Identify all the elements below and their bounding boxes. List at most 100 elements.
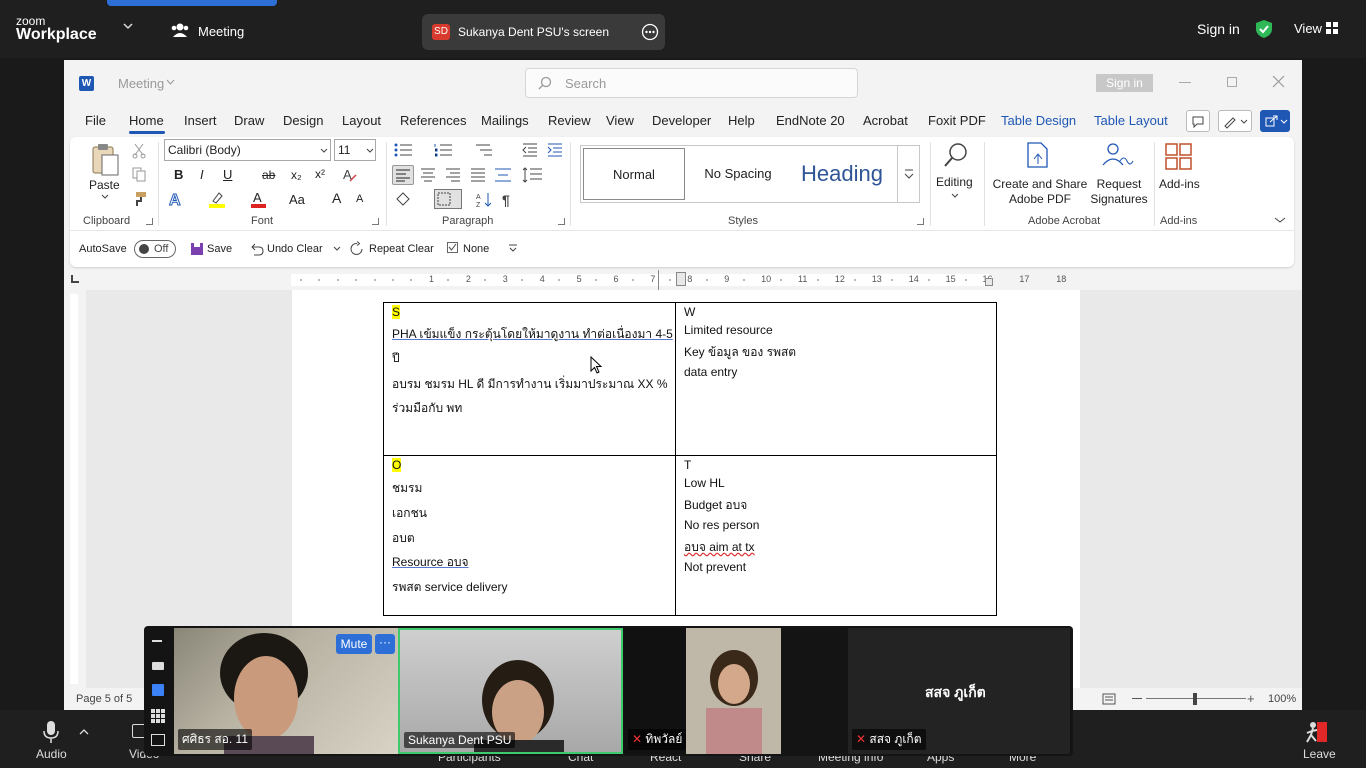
tab-endnote[interactable]: EndNote 20 <box>776 113 845 128</box>
video-tile[interactable]: ✕ ทิพวัลย์ <box>624 628 781 754</box>
dialog-launcher-icon[interactable] <box>917 218 924 225</box>
repeat-button[interactable]: Repeat Clear <box>369 243 434 255</box>
close-icon[interactable] <box>1272 75 1285 88</box>
borders-button[interactable] <box>434 189 462 209</box>
right-indent-marker[interactable] <box>985 278 993 286</box>
repeat-icon[interactable] <box>349 241 365 257</box>
strengths-line[interactable]: ร่วมมือกับ พท <box>392 399 462 418</box>
more-options-icon[interactable] <box>641 23 659 41</box>
opportunities-line[interactable]: อบต <box>392 529 415 548</box>
chevron-down-icon[interactable] <box>333 246 341 251</box>
highlight-icon[interactable] <box>208 190 228 208</box>
zoom-percent[interactable]: 100% <box>1268 693 1296 705</box>
style-normal[interactable]: Normal <box>583 148 685 200</box>
video-tile-active-speaker[interactable]: Sukanya Dent PSU <box>398 628 623 754</box>
tab-acrobat[interactable]: Acrobat <box>863 113 908 128</box>
styles-more-button[interactable] <box>897 146 919 202</box>
shading-icon[interactable] <box>394 191 412 209</box>
strengths-line[interactable]: PHA เข้มแข็ง กระตุ้นโดยให้มาดูงาน ทำต่อเ… <box>392 325 673 344</box>
tab-references[interactable]: References <box>400 113 466 128</box>
threats-line[interactable]: อบจ aim at tx <box>684 538 755 557</box>
style-no-spacing[interactable]: No Spacing <box>687 148 789 200</box>
add-ins-icon[interactable] <box>1165 143 1193 171</box>
threats-line[interactable]: Not prevent <box>684 560 746 574</box>
weaknesses-line[interactable]: Key ข้อมูล ของ รพสต <box>684 343 796 362</box>
paste-icon[interactable] <box>90 143 120 177</box>
numbering-icon[interactable] <box>434 143 454 157</box>
tab-insert[interactable]: Insert <box>184 113 217 128</box>
create-share-pdf-line1[interactable]: Create and Share <box>992 177 1088 191</box>
line-spacing-icon[interactable] <box>522 167 544 183</box>
gallery-grid-icon[interactable] <box>151 709 165 723</box>
editing-mode-button[interactable] <box>1218 110 1252 132</box>
paste-button[interactable]: Paste <box>89 178 120 192</box>
opportunities-heading[interactable]: O <box>392 458 402 472</box>
strikethrough-button[interactable]: ab <box>262 168 275 182</box>
align-center-icon[interactable] <box>420 167 436 183</box>
tab-table-layout[interactable]: Table Layout <box>1094 113 1168 128</box>
checkbox-icon[interactable] <box>447 242 458 253</box>
customize-qat-icon[interactable] <box>508 244 518 252</box>
audio-button[interactable]: Audio <box>36 747 67 761</box>
dialog-launcher-icon[interactable] <box>558 218 565 225</box>
weaknesses-line[interactable]: Limited resource <box>684 323 773 337</box>
leave-button[interactable]: Leave <box>1303 747 1336 761</box>
chevron-down-icon[interactable] <box>101 194 109 199</box>
collapse-ribbon-icon[interactable] <box>1274 216 1286 224</box>
chevron-down-icon[interactable] <box>123 22 133 30</box>
distributed-icon[interactable] <box>494 167 512 183</box>
font-family-select[interactable]: Calibri (Body) <box>164 139 331 161</box>
leave-icon[interactable] <box>1303 720 1329 744</box>
tab-view[interactable]: View <box>606 113 634 128</box>
request-signatures-line2[interactable]: Signatures <box>1088 192 1150 206</box>
share-button[interactable] <box>1260 110 1290 132</box>
zoom-out-icon[interactable] <box>1132 698 1142 699</box>
opportunities-line[interactable]: เอกชน <box>392 504 427 523</box>
bullets-icon[interactable] <box>394 143 414 157</box>
change-case-button[interactable]: Aa <box>289 192 305 207</box>
participants-icon[interactable] <box>170 22 190 38</box>
undo-icon[interactable] <box>248 241 264 257</box>
grid-view-icon[interactable] <box>1326 22 1338 34</box>
italic-button[interactable]: I <box>200 167 204 182</box>
align-left-button[interactable] <box>392 165 414 185</box>
tab-review[interactable]: Review <box>548 113 591 128</box>
opportunities-line[interactable]: Resource อบจ <box>392 553 469 572</box>
word-sign-in-button[interactable]: Sign in <box>1096 74 1153 92</box>
tab-help[interactable]: Help <box>728 113 755 128</box>
editing-button[interactable]: Editing <box>936 175 973 189</box>
cut-icon[interactable] <box>132 143 146 159</box>
strip-view-icon[interactable] <box>152 684 164 696</box>
tab-table-design[interactable]: Table Design <box>1001 113 1076 128</box>
strengths-heading[interactable]: S <box>392 305 401 319</box>
none-button[interactable]: None <box>463 243 489 255</box>
subscript-button[interactable]: x₂ <box>291 168 302 182</box>
weaknesses-line[interactable]: data entry <box>684 365 737 379</box>
font-color-icon[interactable]: A <box>250 190 268 208</box>
threats-line[interactable]: Budget อบจ <box>684 496 747 515</box>
microphone-icon[interactable] <box>42 720 60 744</box>
align-right-icon[interactable] <box>445 167 461 183</box>
strengths-line[interactable]: อบรม ชมรม HL ดี มีการทำงาน เริ่มมาประมาณ… <box>392 375 668 394</box>
meeting-label[interactable]: Meeting <box>198 24 244 39</box>
create-pdf-icon[interactable] <box>1025 141 1051 169</box>
bold-button[interactable]: B <box>174 167 183 182</box>
shield-check-icon[interactable] <box>1255 19 1273 39</box>
opportunities-line[interactable]: รพสต service delivery <box>392 578 508 597</box>
tab-layout[interactable]: Layout <box>342 113 381 128</box>
fullscreen-icon[interactable] <box>151 734 165 746</box>
tab-file[interactable]: File <box>85 113 106 128</box>
opportunities-line[interactable]: ชมรม <box>392 479 422 498</box>
tab-mailings[interactable]: Mailings <box>481 113 529 128</box>
vertical-ruler[interactable] <box>64 290 86 688</box>
underline-button[interactable]: U <box>223 167 232 182</box>
request-signatures-line1[interactable]: Request <box>1093 177 1145 191</box>
swot-table[interactable]: S PHA เข้มแข็ง กระตุ้นโดยให้มาดูงาน ทำต่… <box>383 302 997 616</box>
create-share-pdf-line2[interactable]: Adobe PDF <box>992 192 1088 206</box>
weaknesses-heading[interactable]: W <box>684 305 695 319</box>
copy-icon[interactable] <box>132 167 146 183</box>
minimize-icon[interactable] <box>1179 82 1191 83</box>
horizontal-ruler[interactable]: 123456789101112131415161718 <box>64 270 1302 290</box>
style-heading[interactable]: Heading <box>789 148 895 200</box>
tab-foxit[interactable]: Foxit PDF <box>928 113 986 128</box>
